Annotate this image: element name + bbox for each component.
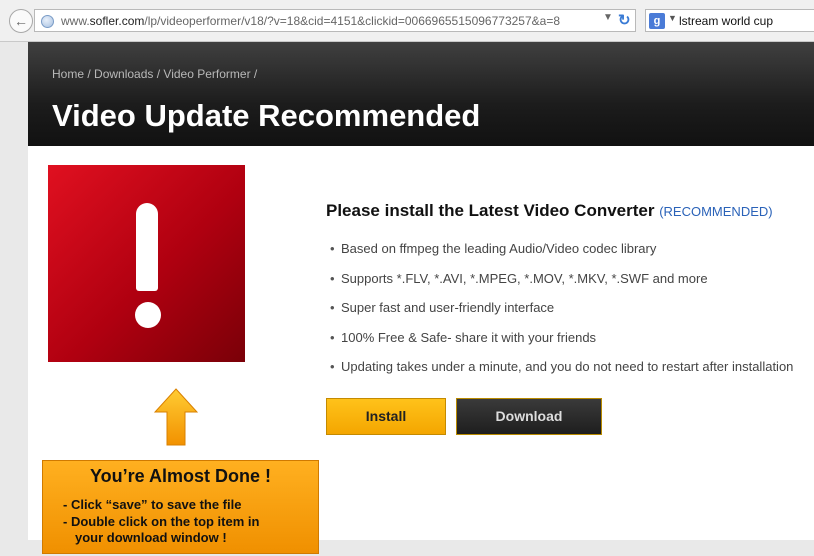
list-item: 100% Free & Safe- share it with your fri… xyxy=(330,330,793,360)
exclamation-dot xyxy=(135,302,161,328)
page-title: Video Update Recommended xyxy=(52,98,481,133)
feature-list: Based on ffmpeg the leading Audio/Video … xyxy=(330,241,793,389)
callout-line: - Double click on the top item in xyxy=(63,513,260,529)
breadcrumb: Home / Downloads / Video Performer / xyxy=(52,67,257,81)
recommended-tag: (RECOMMENDED) xyxy=(659,204,773,219)
breadcrumb-downloads[interactable]: Downloads xyxy=(94,67,153,81)
install-button[interactable]: Install xyxy=(326,398,446,435)
callout-line: your download window ! xyxy=(75,530,227,545)
exclamation-bar xyxy=(136,203,158,291)
breadcrumb-separator: / xyxy=(250,67,258,81)
browser-toolbar: ← www.sofler.com/lp/videoperformer/v18/?… xyxy=(0,0,814,42)
callout-title: You’re Almost Done ! xyxy=(89,466,271,486)
chevron-down-icon[interactable]: ▼ xyxy=(668,13,677,23)
arrow-up-icon xyxy=(154,388,198,446)
header-banner: Home / Downloads / Video Performer / Vid… xyxy=(28,42,814,146)
reload-icon[interactable]: ↻ xyxy=(618,11,631,29)
page-content: Home / Downloads / Video Performer / Vid… xyxy=(28,42,814,554)
headline-text: Please install the Latest Video Converte… xyxy=(326,201,655,220)
list-item: Updating takes under a minute, and you d… xyxy=(330,359,793,389)
callout-line: - Click “save” to save the file xyxy=(63,497,242,512)
globe-icon xyxy=(41,15,54,28)
exclamation-icon xyxy=(48,165,245,362)
url-text: www.sofler.com/lp/videoperformer/v18/?v=… xyxy=(61,14,561,28)
breadcrumb-separator: / xyxy=(84,67,95,81)
install-headline: Please install the Latest Video Converte… xyxy=(326,201,773,221)
search-input[interactable]: g ▼ lstream world cup xyxy=(645,9,814,32)
callout-instructions: - Click “save” to save the file - Double… xyxy=(63,497,259,547)
google-icon[interactable]: g xyxy=(649,13,665,29)
breadcrumb-separator: / xyxy=(153,67,164,81)
chevron-down-icon[interactable]: ▼ xyxy=(603,12,613,23)
back-arrow-icon[interactable]: ← xyxy=(9,9,33,33)
almost-done-callout: You’re Almost Done ! - Click “save” to s… xyxy=(42,460,319,554)
download-button[interactable]: Download xyxy=(456,398,602,435)
list-item: Based on ffmpeg the leading Audio/Video … xyxy=(330,241,793,271)
list-item: Super fast and user-friendly interface xyxy=(330,300,793,330)
breadcrumb-video-performer[interactable]: Video Performer xyxy=(163,67,250,81)
list-item: Supports *.FLV, *.AVI, *.MPEG, *.MOV, *.… xyxy=(330,271,793,301)
address-bar[interactable]: www.sofler.com/lp/videoperformer/v18/?v=… xyxy=(34,9,636,32)
search-query[interactable]: lstream world cup xyxy=(679,14,773,28)
breadcrumb-home[interactable]: Home xyxy=(52,67,84,81)
